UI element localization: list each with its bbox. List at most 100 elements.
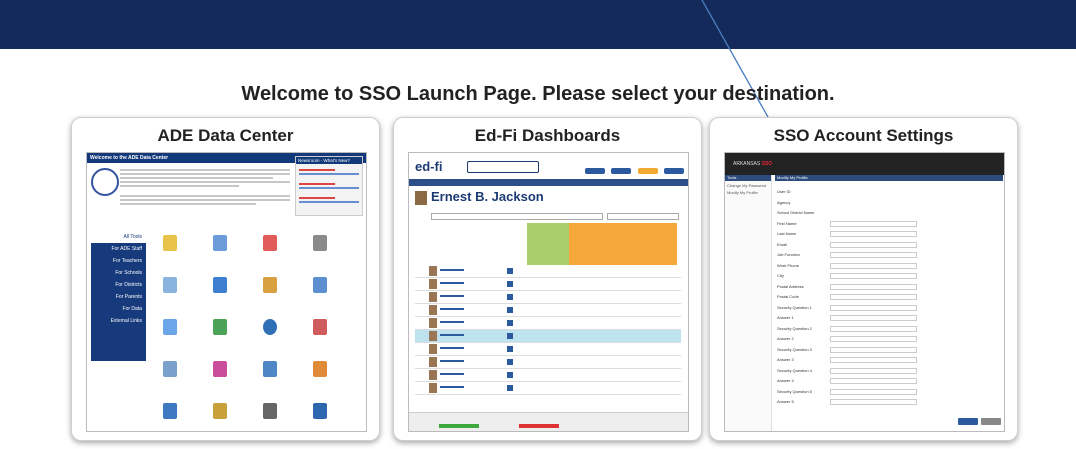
ade-nav-item[interactable]: For Data [91, 303, 146, 315]
tool-icon[interactable] [313, 403, 327, 419]
sso-brand: ARKANSAS SSO [733, 161, 773, 167]
tool-icon[interactable] [263, 319, 277, 335]
tool-icon[interactable] [163, 235, 177, 251]
tool-icon[interactable] [263, 361, 277, 377]
sso-tools-panel: Tools Change My Password Modify My Profi… [725, 175, 772, 431]
ade-nav-item[interactable]: External Links [91, 315, 146, 327]
sso-field-input[interactable] [830, 231, 917, 237]
sso-field-label: Agency [777, 199, 791, 205]
edfi-breadcrumb-bar [409, 179, 688, 186]
sso-screenshot[interactable]: ARKANSAS SSO Tools Change My Password Mo… [724, 152, 1005, 432]
tool-icon[interactable] [163, 361, 177, 377]
sso-field-input[interactable] [830, 283, 917, 290]
tool-icon[interactable] [213, 235, 227, 251]
table-row[interactable] [415, 343, 681, 356]
ade-data-center-card[interactable]: ADE Data Center Welcome to the ADE Data … [71, 117, 380, 441]
ade-nav-menu: All Tools For ADE Staff For Teachers For… [91, 231, 146, 361]
metric-header-green [527, 223, 569, 265]
sso-field-input[interactable] [830, 262, 917, 269]
sso-field-label: Answer 4 [777, 378, 794, 383]
sso-field-label: Security Question 5 [777, 388, 812, 394]
sso-field-input[interactable] [830, 220, 917, 227]
sso-field-label: Work Phone [777, 262, 799, 268]
tool-icon[interactable] [163, 277, 177, 293]
submit-button[interactable] [958, 418, 978, 425]
ade-nav-item[interactable]: For Districts [91, 279, 146, 291]
ade-screenshot[interactable]: Welcome to the ADE Data Center Newsroom … [86, 152, 367, 432]
ade-nav-item[interactable]: For Parents [91, 291, 146, 303]
sso-field-label: Answer 2 [777, 336, 794, 341]
sso-field-input[interactable] [830, 388, 917, 395]
edfi-card-title: Ed-Fi Dashboards [474, 126, 621, 145]
tool-icon[interactable] [213, 319, 227, 335]
sso-field-input[interactable] [830, 273, 917, 279]
table-row[interactable] [415, 330, 681, 343]
table-row[interactable] [415, 369, 681, 382]
sso-field-input[interactable] [830, 315, 917, 321]
tool-icon[interactable] [213, 403, 227, 419]
sso-field-input[interactable] [830, 346, 917, 353]
sso-field-input[interactable] [830, 336, 917, 342]
arkansas-doe-logo [467, 161, 539, 173]
table-row[interactable] [415, 317, 681, 330]
sso-field-label: Postal Address [777, 283, 804, 289]
edfi-screenshot[interactable]: ed-fi Ernest B. Jackson [408, 152, 689, 432]
sso-field-input[interactable] [830, 378, 917, 384]
sso-field-label: Answer 3 [777, 357, 794, 362]
sso-field-input[interactable] [830, 325, 917, 332]
student-photo [415, 191, 427, 205]
sso-field-input[interactable] [830, 399, 917, 405]
sso-field-input[interactable] [830, 357, 917, 363]
toolbar-button[interactable] [664, 168, 684, 174]
tool-icon[interactable] [263, 235, 277, 251]
student-table [415, 265, 681, 395]
toolbar-button[interactable] [584, 168, 605, 174]
sso-field-input[interactable] [830, 252, 917, 258]
sso-card-title: SSO Account Settings [773, 126, 954, 145]
tool-icon[interactable] [263, 277, 277, 293]
tool-icon[interactable] [213, 361, 227, 377]
sso-field-input[interactable] [830, 294, 917, 300]
sso-field-input[interactable] [830, 367, 917, 374]
tool-icon[interactable] [313, 235, 327, 251]
toolbar-button[interactable] [611, 168, 632, 174]
edfi-dashboards-card[interactable]: Ed-Fi Dashboards ed-fi Ernest B. Jackson [393, 117, 702, 441]
tool-icon[interactable] [163, 319, 177, 335]
tool-icon[interactable] [313, 277, 327, 293]
sso-field-label: Security Question 3 [777, 346, 812, 352]
cancel-button[interactable] [981, 418, 1001, 425]
ade-nav-item[interactable]: For ADE Staff [91, 243, 146, 255]
sso-field-label: Postal Code [777, 294, 799, 299]
sso-field-input[interactable] [830, 241, 917, 248]
sso-header-bar: ARKANSAS SSO [725, 153, 1004, 175]
sso-field-label: User ID [777, 189, 791, 194]
ade-nav-item[interactable]: All Tools [91, 231, 146, 243]
sso-tool-item[interactable]: Change My Password [725, 181, 771, 190]
tool-icon[interactable] [313, 361, 327, 377]
sso-tool-item[interactable]: Modify My Profile [725, 190, 771, 195]
table-row[interactable] [415, 265, 681, 278]
ade-nav-item[interactable]: For Schools [91, 267, 146, 279]
table-row[interactable] [415, 356, 681, 369]
toolbar-button[interactable] [637, 168, 658, 174]
sso-field-label: City [777, 273, 784, 278]
student-list-select[interactable] [431, 213, 603, 220]
sso-field-input[interactable] [830, 304, 917, 311]
sso-field-label: Answer 5 [777, 399, 794, 404]
sso-field-label: Security Question 1 [777, 304, 812, 310]
table-row[interactable] [415, 382, 681, 395]
table-row[interactable] [415, 291, 681, 304]
tool-icon[interactable] [213, 277, 227, 293]
ade-news-title: Newsroom - What's New? [296, 157, 362, 164]
table-row[interactable] [415, 304, 681, 317]
data-view-select[interactable] [607, 213, 679, 220]
tool-icon[interactable] [163, 403, 177, 419]
sso-panel-title: Modify My Profile [775, 175, 1003, 181]
tool-icon[interactable] [263, 403, 277, 419]
edfi-legend [409, 412, 688, 431]
sso-account-settings-card[interactable]: SSO Account Settings ARKANSAS SSO Tools … [709, 117, 1018, 441]
table-row[interactable] [415, 278, 681, 291]
welcome-heading: Welcome to SSO Launch Page. Please selec… [241, 83, 835, 105]
ade-nav-item[interactable]: For Teachers [91, 255, 146, 267]
tool-icon[interactable] [313, 319, 327, 335]
